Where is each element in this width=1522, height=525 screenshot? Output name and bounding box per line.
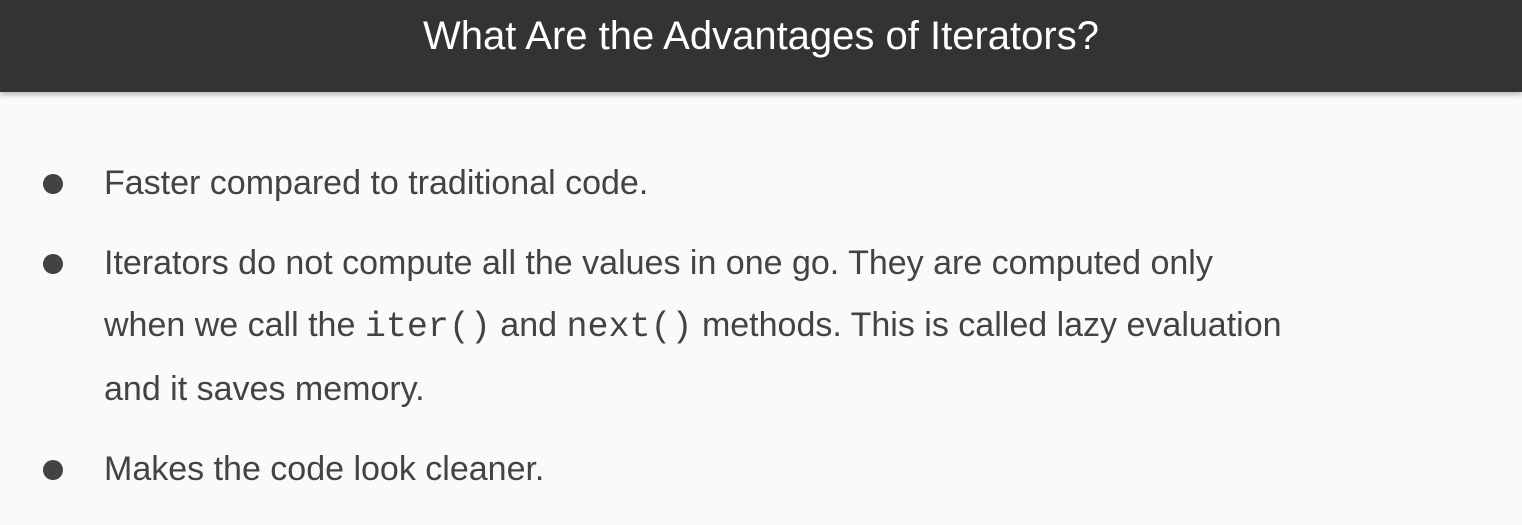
text-segment: methods. This is called lazy evaluation (692, 306, 1282, 344)
slide-header: What Are the Advantages of Iterators? (0, 0, 1522, 92)
code-iter: iter() (364, 307, 491, 347)
list-item: Faster compared to traditional code. (0, 152, 1522, 214)
bullet-text-line: Iterators do not compute all the values … (104, 244, 1213, 282)
bullet-icon (43, 174, 63, 194)
bullet-text-line: and it saves memory. (104, 370, 425, 408)
bullet-text: Makes the code look cleaner. (104, 450, 545, 488)
bullet-text: Faster compared to traditional code. (104, 164, 649, 202)
text-segment: when we call the (104, 306, 365, 344)
bullet-text-line: when we call the iter() and next() metho… (104, 294, 1522, 358)
bullet-icon (43, 254, 63, 274)
bullet-icon (43, 460, 63, 480)
bullet-list: Faster compared to traditional code. Ite… (0, 152, 1522, 518)
text-segment: and (490, 306, 567, 344)
list-item: Iterators do not compute all the values … (0, 232, 1522, 420)
list-item: Makes the code look cleaner. (0, 438, 1522, 500)
code-next: next() (566, 307, 693, 347)
slide-title: What Are the Advantages of Iterators? (423, 13, 1099, 58)
